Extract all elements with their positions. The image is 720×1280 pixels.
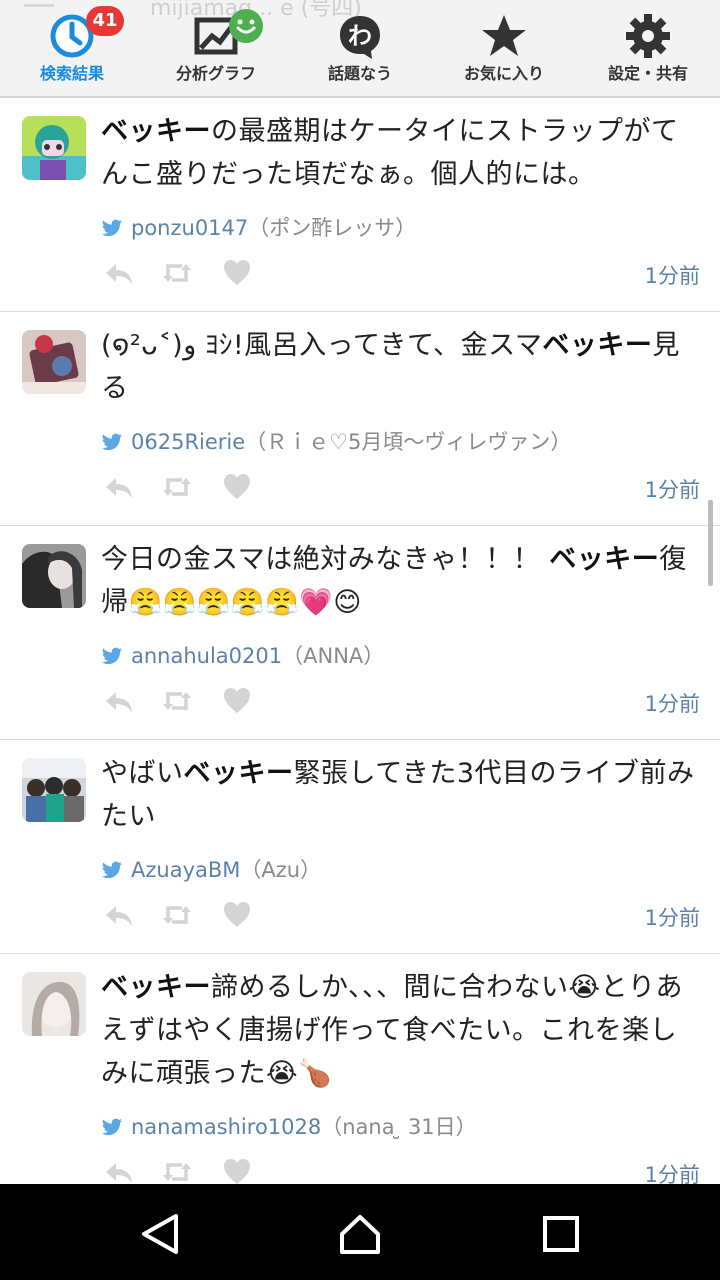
username: nanamashiro1028 bbox=[131, 1115, 322, 1139]
keyword-highlight: ベッキー bbox=[183, 758, 294, 789]
tweet-feed: ベッキーの最盛期はケータイにストラップがてんこ盛りだった頃だなぁ。個人的には。 … bbox=[0, 98, 720, 1214]
avatar[interactable] bbox=[22, 116, 86, 180]
tab-settings-share[interactable]: 設定・共有 bbox=[576, 8, 720, 88]
tweet-item[interactable]: (໑²ᴗ˂)و ﾖｼ!風呂入ってきて、金スマベッキー見る 0625Rierie（… bbox=[0, 312, 720, 526]
avatar[interactable] bbox=[22, 972, 86, 1036]
gear-icon bbox=[626, 14, 670, 58]
tweet-text: (໑²ᴗ˂)و ﾖｼ!風呂入ってきて、金スマベッキー見る bbox=[101, 330, 680, 404]
reply-icon[interactable] bbox=[104, 686, 134, 716]
like-heart-icon[interactable] bbox=[222, 1157, 252, 1187]
tab-analysis-graph[interactable]: 分析グラフ bbox=[144, 8, 288, 88]
tweet-item[interactable]: 今日の金スマは絶対みなきゃ！！！ ベッキー復帰😤😤😤😤😤💗😊 annahula0… bbox=[0, 526, 720, 740]
android-navigation-bar bbox=[0, 1184, 720, 1280]
tab-favorites[interactable]: お気に入り bbox=[432, 8, 576, 88]
back-triangle-icon[interactable] bbox=[138, 1212, 182, 1256]
star-icon bbox=[482, 15, 526, 56]
wa-chat-icon: わ bbox=[340, 16, 380, 59]
like-heart-icon[interactable] bbox=[222, 900, 252, 930]
retweet-icon[interactable] bbox=[162, 686, 192, 716]
tweet-text: 今日の金スマは絶対みなきゃ！！！ ベッキー復帰😤😤😤😤😤💗😊 bbox=[101, 544, 687, 618]
home-icon[interactable] bbox=[338, 1212, 382, 1256]
tweet-item[interactable]: ベッキー諦めるしか、、、間に合わない😭とりあえずはやく唐揚げ作って食べたい。これ… bbox=[0, 954, 720, 1214]
username: AzuayaBM bbox=[131, 858, 241, 882]
twitter-bird-icon bbox=[101, 433, 123, 451]
result-count-badge: 41 bbox=[86, 6, 124, 36]
tweet-time: 1分前 bbox=[644, 478, 700, 502]
display-name: （ポン酢レッサ） bbox=[248, 216, 417, 240]
tweet-text: ベッキーの最盛期はケータイにストラップがてんこ盛りだった頃だなぁ。個人的には。 bbox=[101, 116, 679, 190]
keyword-highlight: ベッキー bbox=[101, 972, 211, 1003]
top-tab-bar: mijiamag... e (号四) 41 検索結果 分析グラフ わ 話題なう bbox=[0, 0, 720, 98]
display-name: （Azu） bbox=[240, 858, 322, 882]
tweet-author[interactable]: AzuayaBM（Azu） bbox=[101, 854, 321, 884]
tweet-item[interactable]: ベッキーの最盛期はケータイにストラップがてんこ盛りだった頃だなぁ。個人的には。 … bbox=[0, 98, 720, 312]
tweet-text: やばいベッキー緊張してきた3代目のライブ前みたい bbox=[101, 758, 695, 832]
like-heart-icon[interactable] bbox=[222, 258, 252, 288]
reply-icon[interactable] bbox=[104, 258, 134, 288]
retweet-icon[interactable] bbox=[162, 258, 192, 288]
display-name: （nana ̮ 31日） bbox=[321, 1115, 477, 1139]
tab-label: 設定・共有 bbox=[607, 64, 688, 83]
tab-label: 分析グラフ bbox=[175, 64, 256, 83]
tweet-author[interactable]: ponzu0147（ポン酢レッサ） bbox=[101, 212, 416, 242]
reply-icon[interactable] bbox=[104, 900, 134, 930]
retweet-icon[interactable] bbox=[162, 1157, 192, 1187]
tab-label: お気に入り bbox=[463, 64, 544, 83]
twitter-bird-icon bbox=[101, 647, 123, 665]
tab-search-results[interactable]: 41 検索結果 bbox=[0, 6, 144, 88]
tweet-item[interactable]: やばいベッキー緊張してきた3代目のライブ前みたい AzuayaBM（Azu） 1… bbox=[0, 740, 720, 954]
smiley-icon bbox=[229, 9, 263, 43]
username: 0625Rierie bbox=[131, 430, 246, 454]
username: ponzu0147 bbox=[131, 216, 249, 240]
retweet-icon[interactable] bbox=[162, 472, 192, 502]
twitter-bird-icon bbox=[101, 861, 123, 879]
twitter-bird-icon bbox=[101, 1118, 123, 1136]
tweet-author[interactable]: 0625Rierie（Ｒｉｅ♡5月頃〜ヴィレヴァン） bbox=[101, 426, 571, 456]
tweet-time: 1分前 bbox=[644, 906, 700, 930]
tab-label: 話題なう bbox=[327, 64, 392, 83]
tab-label: 検索結果 bbox=[39, 64, 104, 83]
tab-trending-now[interactable]: わ 話題なう bbox=[288, 8, 432, 88]
scrollbar-thumb[interactable] bbox=[708, 500, 713, 586]
tweet-text: ベッキー諦めるしか、、、間に合わない😭とりあえずはやく唐揚げ作って食べたい。これ… bbox=[101, 972, 684, 1089]
twitter-bird-icon bbox=[101, 219, 123, 237]
tweet-time: 1分前 bbox=[644, 264, 700, 288]
avatar[interactable] bbox=[22, 330, 86, 394]
reply-icon[interactable] bbox=[104, 1157, 134, 1187]
keyword-highlight: ベッキー bbox=[542, 330, 653, 361]
avatar[interactable] bbox=[22, 758, 86, 822]
tweet-author[interactable]: annahula0201（ANNA） bbox=[101, 640, 384, 670]
display-name: （ANNA） bbox=[282, 644, 385, 668]
like-heart-icon[interactable] bbox=[222, 472, 252, 502]
scrolled-content-fragment bbox=[24, 4, 54, 7]
like-heart-icon[interactable] bbox=[222, 686, 252, 716]
display-name: （Ｒｉｅ♡5月頃〜ヴィレヴァン） bbox=[245, 430, 572, 454]
reply-icon[interactable] bbox=[104, 472, 134, 502]
svg-text:わ: わ bbox=[348, 22, 372, 50]
tweet-time: 1分前 bbox=[644, 692, 700, 716]
keyword-highlight: ベッキー bbox=[549, 544, 660, 575]
tweet-author[interactable]: nanamashiro1028（nana ̮ 31日） bbox=[101, 1111, 477, 1141]
recents-square-icon[interactable] bbox=[539, 1212, 583, 1256]
avatar[interactable] bbox=[22, 544, 86, 608]
retweet-icon[interactable] bbox=[162, 900, 192, 930]
username: annahula0201 bbox=[131, 644, 283, 668]
keyword-highlight: ベッキー bbox=[101, 116, 211, 147]
